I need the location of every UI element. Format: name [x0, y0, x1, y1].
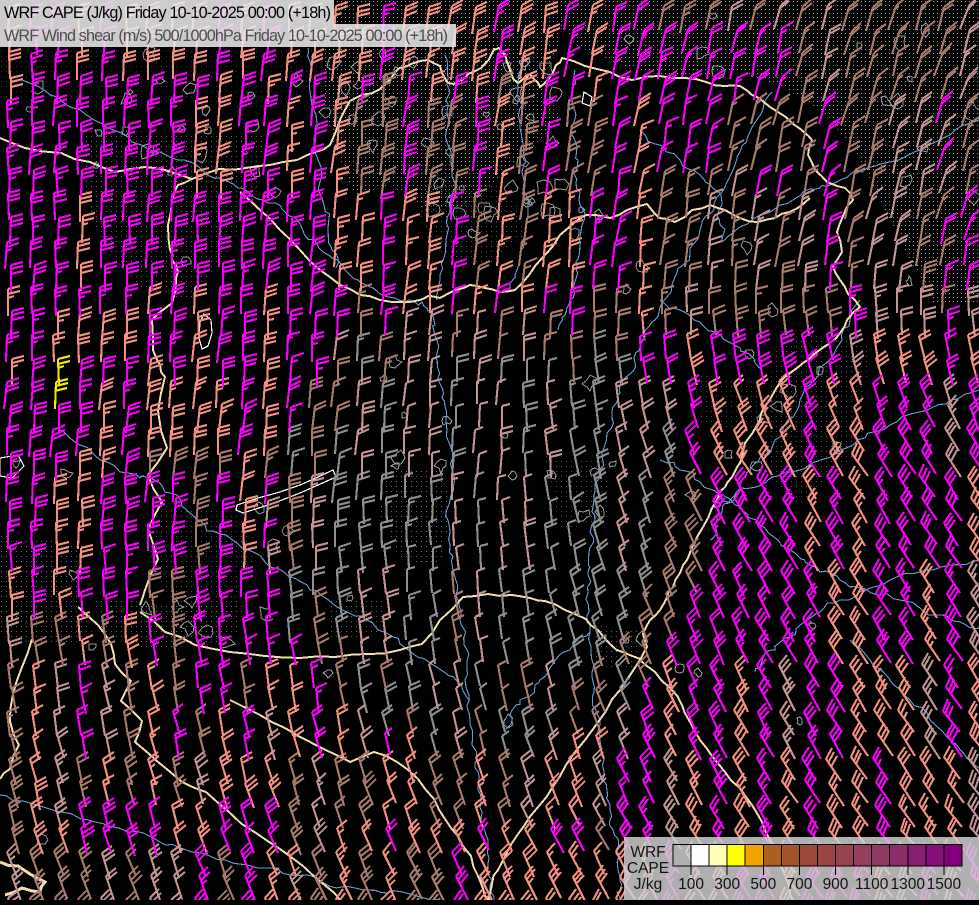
svg-text:100: 100 — [678, 876, 704, 893]
svg-text:CAPE: CAPE — [627, 860, 669, 877]
svg-text:500: 500 — [750, 876, 776, 893]
svg-text:300: 300 — [714, 876, 740, 893]
svg-text:900: 900 — [823, 876, 849, 893]
svg-text:J/kg: J/kg — [634, 876, 662, 893]
svg-text:WRF CAPE (J/kg) Friday 10-10-2: WRF CAPE (J/kg) Friday 10-10-2025 00:00 … — [4, 4, 331, 22]
svg-text:700: 700 — [786, 876, 812, 893]
svg-text:1300: 1300 — [891, 876, 926, 893]
svg-text:1500: 1500 — [927, 876, 962, 893]
svg-text:WRF Wind shear (m/s) 500/1000h: WRF Wind shear (m/s) 500/1000hPa Friday … — [4, 27, 448, 45]
svg-text:1100: 1100 — [855, 876, 889, 893]
svg-text:WRF: WRF — [630, 844, 665, 861]
